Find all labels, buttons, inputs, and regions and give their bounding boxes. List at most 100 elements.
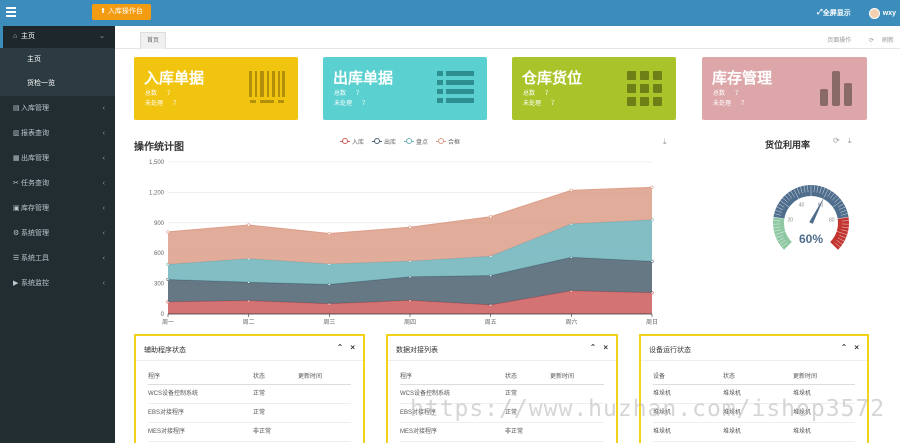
bar-chart-icon xyxy=(820,71,852,106)
sidebar-item-inventory[interactable]: ▣库存管理 ‹ xyxy=(0,196,115,221)
monitor-icon: ▶ xyxy=(13,280,19,287)
top-navbar: ⬆ 入库操作台 ⤢ 全屏显示 wxy xyxy=(0,0,900,26)
sidebar-subitem-home[interactable]: 主页 xyxy=(0,48,115,72)
data-point xyxy=(569,188,573,192)
chevron-left-icon: ‹ xyxy=(102,280,105,287)
y-tick-label: 1,200 xyxy=(149,190,165,196)
data-point xyxy=(489,215,493,219)
panel-title: 设备运行状态 xyxy=(649,347,691,354)
table-row: MES对接程序 非正常 xyxy=(148,423,351,442)
gauge-tick-label: 40 xyxy=(799,202,805,208)
list-icon xyxy=(437,71,474,103)
panel-title: 辅助程序状态 xyxy=(144,347,186,354)
sidebar-item-reports[interactable]: ▥报表查询 ‹ xyxy=(0,121,115,146)
chevron-left-icon: ‹ xyxy=(102,230,105,237)
sidebar-item-system-monitor[interactable]: ▶ 系统监控 ‹ xyxy=(0,271,115,296)
card-pending: 未处理 7 xyxy=(145,101,177,107)
sidebar-item-system-tools[interactable]: ☰ 系统工具 ‹ xyxy=(0,246,115,271)
card-pending: 未处理 7 xyxy=(523,101,555,107)
warehouse-icon: ▣ xyxy=(13,205,20,212)
report-icon: ▥ xyxy=(13,130,20,137)
sidebar-subitem-inspection[interactable]: 货检一览 xyxy=(0,72,115,96)
avatar[interactable] xyxy=(868,7,880,19)
chevron-left-icon: ‹ xyxy=(102,180,105,187)
grid-icon xyxy=(627,71,662,106)
username[interactable]: wxy xyxy=(883,10,896,17)
refresh-icon[interactable]: ⟳ xyxy=(833,136,840,145)
card-pending: 未处理 7 xyxy=(713,101,745,107)
card-inventory[interactable]: 库存管理 总数 7 未处理 7 xyxy=(702,57,867,120)
sidebar-item-home[interactable]: ⌂ 主页 ⌄ xyxy=(0,26,115,48)
inbound-icon: ▤ xyxy=(13,105,20,112)
stacked-area-chart: 0 300 600 900 1,200 1,500 周一 周二 周三 周四 周五 周六 周日 xyxy=(149,160,658,326)
settings-icon: ⚙ xyxy=(13,230,20,237)
x-tick-label: 周四 xyxy=(404,319,416,326)
data-point xyxy=(408,225,412,229)
x-tick-label: 周日 xyxy=(646,319,658,326)
collapse-icon[interactable]: ⌃ xyxy=(841,343,848,352)
sidebar-item-system-admin[interactable]: ⚙ 系统管理 ‹ xyxy=(0,221,115,246)
data-point xyxy=(247,223,251,227)
gauge-value: 60% xyxy=(799,232,823,246)
chart-title: 操作统计图 xyxy=(134,142,184,153)
y-tick-label: 600 xyxy=(154,251,165,257)
panel-aux-program-status: 辅助程序状态 ⌃ × 程序 状态 更新时间 WCS设备控制系统 正常 EBS对接程序 正常… xyxy=(134,334,365,443)
card-total: 总数 7 xyxy=(523,91,549,97)
chevron-left-icon: ‹ xyxy=(102,155,105,162)
card-pending: 未处理 7 xyxy=(334,101,366,107)
task-icon: ✂ xyxy=(13,180,19,187)
tab-home[interactable]: 首页 xyxy=(140,32,167,49)
legend-item-stocktake[interactable]: 盘点 xyxy=(404,137,428,146)
upload-icon: ⬆ xyxy=(100,8,108,15)
gauge-tick-label: 80 xyxy=(829,218,835,224)
close-icon[interactable]: × xyxy=(854,343,859,352)
table-row: MES对接程序 非正常 xyxy=(400,423,604,442)
close-icon[interactable]: × xyxy=(350,343,355,352)
collapse-icon[interactable]: ⌃ xyxy=(590,343,597,352)
card-outbound-orders[interactable]: 出库单据 总数 7 未处理 7 xyxy=(323,57,487,120)
legend-item-combine[interactable]: 合框 xyxy=(436,137,460,146)
menu-toggle-icon[interactable] xyxy=(6,7,16,17)
outbound-icon: ▦ xyxy=(13,155,20,162)
y-tick-label: 300 xyxy=(154,282,165,288)
chart-legend: 入库 出库 盘点 合框 xyxy=(340,137,468,146)
sidebar-submenu: 主页 货检一览 xyxy=(0,48,115,96)
close-icon[interactable]: × xyxy=(603,343,608,352)
x-tick-label: 周一 xyxy=(162,319,174,326)
inbound-console-button[interactable]: ⬆ 入库操作台 xyxy=(92,4,151,20)
sidebar: ⌂ 主页 ⌄ 主页 货检一览 ▤入库管理 ‹ ▥报表查询 ‹ ▦出库管理 ‹ ✂ 任务查询… xyxy=(0,26,115,443)
refresh-icon: ⟳ xyxy=(868,38,874,44)
panel-title: 数据对接列表 xyxy=(396,347,438,354)
tab-bar: 首页 页面操作 ⟳ 刷新 xyxy=(115,30,900,49)
page-actions-button[interactable]: 页面操作 xyxy=(827,38,851,44)
sidebar-item-inbound[interactable]: ▤入库管理 ‹ xyxy=(0,96,115,121)
chevron-left-icon: ‹ xyxy=(102,130,105,137)
legend-item-outbound[interactable]: 出库 xyxy=(372,137,396,146)
x-tick-label: 周三 xyxy=(323,319,335,326)
refresh-button[interactable]: ⟳ 刷新 xyxy=(861,38,894,44)
data-point xyxy=(327,231,331,236)
download-icon[interactable]: ⤓ xyxy=(848,136,852,146)
collapse-icon[interactable]: ⌃ xyxy=(337,343,344,352)
card-total: 总数 7 xyxy=(334,91,360,97)
chevron-left-icon: ‹ xyxy=(102,205,105,212)
card-total: 总数 7 xyxy=(713,91,739,97)
fullscreen-button[interactable]: 全屏显示 xyxy=(823,8,851,18)
download-icon[interactable]: ⤓ xyxy=(663,137,667,147)
card-title: 出库单据 xyxy=(333,70,394,87)
sidebar-item-outbound[interactable]: ▦出库管理 ‹ xyxy=(0,146,115,171)
gauge-tick-label: 20 xyxy=(787,218,793,224)
panel-device-status: 设备运行状态 ⌃ × 设备 状态 更新时间 堆垛机 堆垛机 堆垛机 堆垛机 堆垛机 堆垛机 堆… xyxy=(639,334,869,443)
watermark: https://www.huzhan.com/ishop3572 xyxy=(410,396,886,422)
barcode-icon xyxy=(249,71,285,103)
sidebar-item-tasks[interactable]: ✂ 任务查询 ‹ xyxy=(0,171,115,196)
card-inbound-orders[interactable]: 入库单据 总数 7 未处理 7 xyxy=(134,57,298,120)
card-title: 入库单据 xyxy=(144,70,205,87)
legend-item-inbound[interactable]: 入库 xyxy=(340,137,364,146)
card-total: 总数 7 xyxy=(145,91,171,97)
card-warehouse-slots[interactable]: 仓库货位 总数 7 未处理 7 xyxy=(512,57,676,120)
chevron-left-icon: ‹ xyxy=(102,255,105,262)
y-tick-label: 900 xyxy=(154,221,165,227)
data-point xyxy=(166,230,170,234)
tools-icon: ☰ xyxy=(13,255,20,262)
